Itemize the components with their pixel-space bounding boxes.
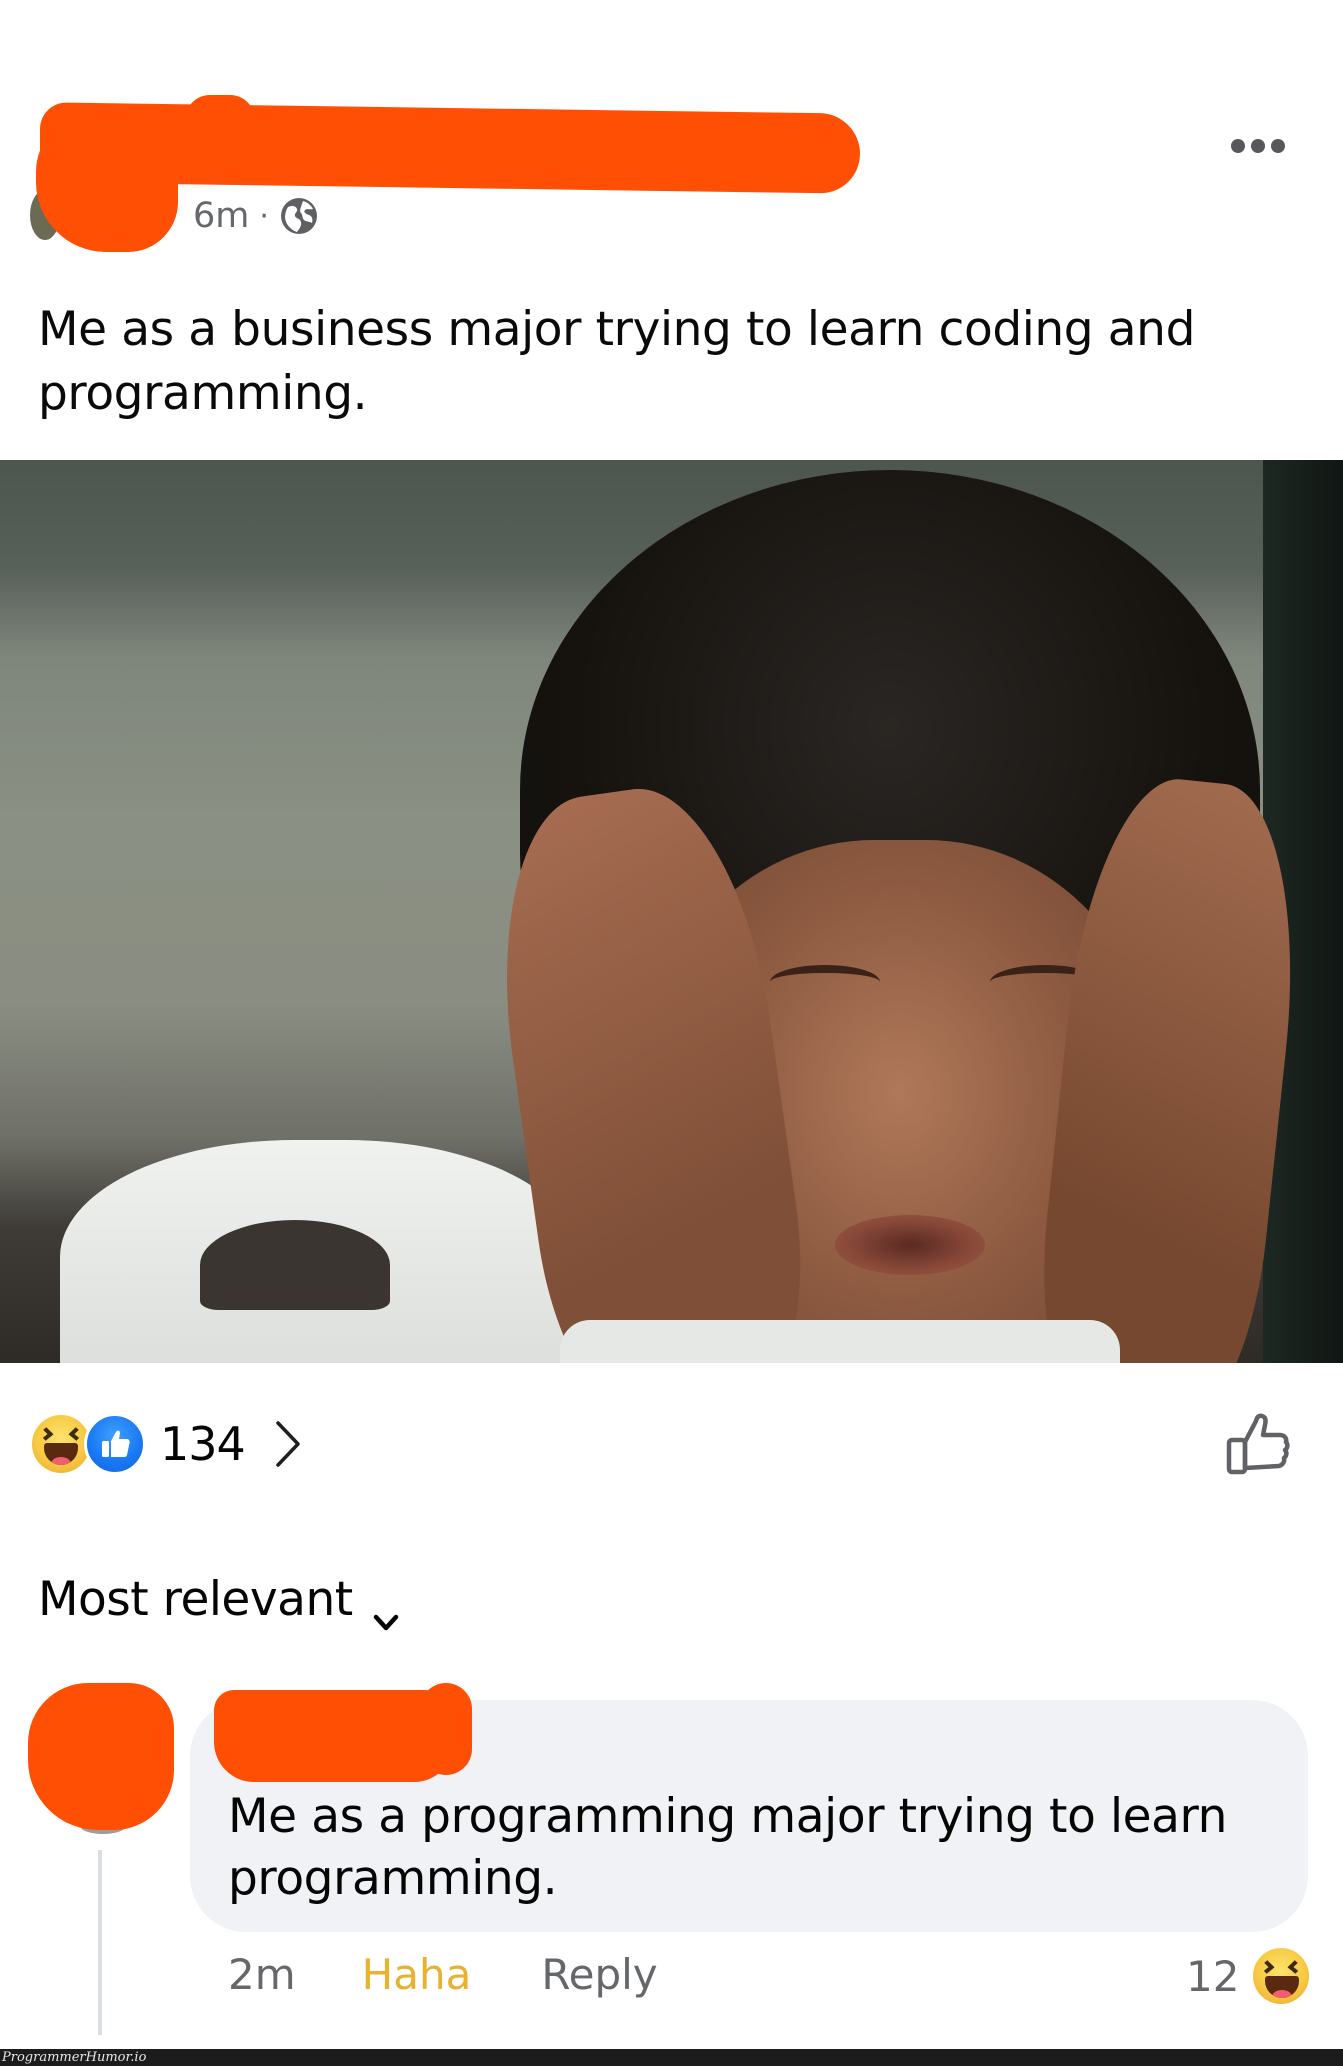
comment-reaction-summary[interactable]: 12 — [1186, 1948, 1310, 2004]
commenter-avatar-redaction[interactable] — [28, 1683, 174, 1830]
more-horizontal-icon-dot — [1231, 139, 1245, 153]
post-timestamp[interactable]: 6m — [193, 196, 249, 236]
like-reaction-icon — [84, 1413, 146, 1475]
reaction-summary[interactable]: 134 — [32, 1413, 303, 1475]
more-horizontal-icon-dot — [1251, 139, 1265, 153]
post-photo[interactable] — [0, 460, 1343, 1363]
globe-icon[interactable] — [279, 196, 319, 236]
comment-actions: 2m Haha Reply — [228, 1950, 658, 1999]
haha-reaction-icon — [1253, 1948, 1310, 2004]
watermark-bar — [0, 2049, 1343, 2066]
comment-timestamp[interactable]: 2m — [228, 1950, 296, 1999]
comment-sort-label: Most relevant — [38, 1572, 353, 1627]
chevron-right-icon — [273, 1419, 303, 1469]
photo-mouth — [835, 1215, 985, 1275]
chevron-down-icon — [373, 1590, 399, 1630]
commenter-name-redaction[interactable] — [214, 1690, 454, 1782]
photo-eyes — [770, 965, 1100, 1005]
commenter-name-redaction-bump — [420, 1683, 472, 1775]
haha-reaction-icon — [32, 1415, 90, 1473]
comment-reply-button[interactable]: Reply — [541, 1950, 657, 1999]
thumbs-up-outline-icon — [1226, 1413, 1290, 1475]
comment-sort-dropdown[interactable]: Most relevant — [38, 1572, 399, 1630]
photo-shirt — [560, 1320, 1120, 1363]
post-meta: 6m · — [193, 196, 319, 236]
watermark-text: ProgrammerHumor.io — [2, 2050, 147, 2065]
post-caption: Me as a business major trying to learn c… — [38, 302, 1196, 421]
comment-text: Me as a programming major trying to lear… — [228, 1789, 1228, 1906]
author-name-redaction-bump — [185, 95, 255, 145]
author-name-redaction[interactable] — [40, 102, 860, 194]
reaction-count: 134 — [160, 1417, 246, 1471]
meta-separator: · — [259, 198, 269, 234]
post-more-options-button[interactable] — [1228, 128, 1288, 164]
more-horizontal-icon-dot — [1271, 139, 1285, 153]
photo-pillow-shadow — [200, 1220, 390, 1310]
like-button[interactable] — [1220, 1405, 1296, 1481]
comment-thread-line — [98, 1850, 102, 2035]
comment-haha-button[interactable]: Haha — [362, 1950, 472, 1999]
comment-reaction-count: 12 — [1186, 1951, 1240, 2001]
